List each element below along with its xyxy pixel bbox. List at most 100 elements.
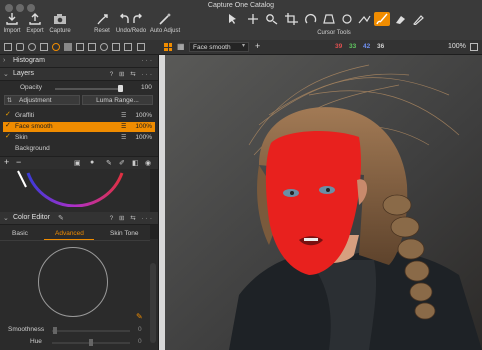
luminance-value: 36 [377,43,385,50]
tab-advanced[interactable]: Advanced [55,230,84,237]
annotation-tool-icon[interactable] [358,13,372,25]
library-tab-icon[interactable] [4,43,12,51]
tab-divider [0,240,150,241]
picker-active-icon[interactable]: ✎ [136,312,143,321]
fill-mask-icon[interactable]: ● [90,159,94,166]
undo-redo-label: Undo/Redo [115,28,147,34]
more-options-icon[interactable]: ··· [142,57,155,64]
layer-select[interactable]: Face smooth [189,42,249,52]
hue-value[interactable]: 0 [138,338,142,345]
layers-header-icons[interactable]: ? ⊞ ⇆ ··· [110,70,154,78]
radial-mask-icon[interactable]: ◉ [145,159,151,167]
image-viewer[interactable] [159,55,482,350]
window-title: Capture One Catalog [207,2,275,9]
checkbox-checked-icon[interactable]: ✓ [5,133,11,140]
smoothness-label: Smoothness [8,326,45,333]
color-wheel-area[interactable] [0,169,150,207]
luma-range-button[interactable]: Luma Range... [82,95,153,105]
import-button[interactable]: Import [2,12,22,34]
opacity-value[interactable]: 100 [141,84,152,91]
tab-basic[interactable]: Basic [12,230,28,237]
capture-button[interactable]: Capture [47,12,73,34]
undo-redo-button[interactable]: Undo/Redo [114,12,148,34]
mask-toggle-icon[interactable]: ▦ [177,42,185,51]
tool-tab-bar: ▦ Face smooth ▾ + 39 33 42 36 100% [0,40,482,55]
blue-value: 42 [363,43,371,50]
exposure-tab-icon[interactable] [64,43,72,51]
mask-view-icon[interactable]: ▣ [74,159,81,167]
pan-tool-icon[interactable] [246,13,260,25]
export-button[interactable]: Export [24,12,46,34]
histogram-title: Histogram [13,57,45,64]
batch-tab-icon[interactable] [124,43,132,51]
color-wheel[interactable] [0,169,150,207]
picker-tool-icon[interactable] [412,13,426,25]
smoothness-slider-handle[interactable] [53,327,57,334]
grid-view-icon[interactable] [164,43,172,51]
capture-tab-icon[interactable] [16,43,24,51]
layer-row-face-smooth[interactable]: ✓ Face smooth ☰ 100% [3,122,155,132]
layers-title: Layers [13,70,35,77]
eraser-tool-icon[interactable] [394,13,408,25]
color-editor-wheel[interactable] [38,247,108,317]
layer-row-graffiti[interactable]: ✓ Graffiti ☰ 100% [3,111,155,121]
layers-header[interactable]: ⌄ Layers ? ⊞ ⇆ ··· [0,68,158,81]
cursor-tools-label: Cursor Tools [317,30,351,36]
green-value: 33 [349,43,357,50]
capture-label: Capture [49,28,71,34]
remove-layer-button[interactable]: − [16,157,21,167]
color-editor-header[interactable]: ⌄ Color Editor ✎ ? ⊞ ⇆ ··· [0,212,158,225]
crop-tool-icon[interactable] [285,13,299,25]
adjustment-select[interactable]: Adjustment [4,95,80,105]
scrollbar-track[interactable] [150,169,158,239]
opacity-slider[interactable] [55,88,123,90]
brush-tool-active[interactable] [374,12,390,26]
tab-skin-tone[interactable]: Skin Tone [110,230,138,237]
brush-icon [376,13,388,25]
auto-adjust-button[interactable]: Auto Adjust [148,12,182,34]
picker-icon[interactable]: ✎ [58,214,64,222]
smoothness-slider[interactable] [52,330,130,332]
spot-removal-tool-icon[interactable] [340,13,354,25]
adjustments-tab-icon[interactable] [88,43,96,51]
hue-slider-handle[interactable] [89,339,93,346]
sliders-icon: ☰ [121,113,127,119]
histogram-header[interactable]: › Histogram ··· [0,55,158,68]
undo-redo-icon [120,13,142,23]
more-tabs-icon[interactable] [137,43,145,51]
composition-tab-icon[interactable] [40,43,48,51]
layer-name: Skin [15,134,28,141]
keystone-tool-icon[interactable] [322,13,336,25]
checkbox-checked-icon[interactable]: ✓ [5,111,11,118]
gradient-mask-icon[interactable]: ◧ [132,159,139,167]
details-tab-icon[interactable] [76,43,84,51]
loupe-tool-icon[interactable] [265,13,279,25]
sliders-icon: ☰ [121,135,127,141]
brush-mask-icon[interactable]: ✎ [106,159,112,167]
smoothness-value[interactable]: 0 [138,326,142,333]
add-layer-button[interactable]: + [4,157,9,167]
checkbox-checked-icon[interactable]: ✓ [5,122,11,129]
eraser-mask-icon[interactable]: ✐ [119,159,125,167]
red-value: 39 [335,43,343,50]
color-editor-header-icons[interactable]: ? ⊞ ⇆ ··· [110,214,154,222]
fit-view-icon[interactable] [470,43,478,51]
layer-toolbar: + − ▣ ● ✎ ✐ ◧ ◉ [0,156,158,169]
lens-tab-icon[interactable] [28,43,36,51]
color-tab-icon[interactable] [52,43,60,51]
layer-name: Background [15,145,50,152]
magic-wand-icon [159,13,171,25]
import-icon [6,13,18,25]
metadata-tab-icon[interactable] [100,43,108,51]
panel-scrollbar[interactable] [150,263,156,343]
add-layer-icon[interactable]: + [255,41,260,51]
reset-button[interactable]: Reset [92,12,112,34]
layer-row-background[interactable]: Background [3,144,155,154]
rotate-tool-icon[interactable] [304,13,318,25]
opacity-slider-handle[interactable] [118,85,123,92]
layer-row-skin[interactable]: ✓ Skin ☰ 100% [3,133,155,143]
pointer-tool-icon[interactable] [226,13,240,25]
output-tab-icon[interactable] [112,43,120,51]
layer-percent: 100% [135,134,152,141]
auto-adjust-label: Auto Adjust [149,28,181,34]
